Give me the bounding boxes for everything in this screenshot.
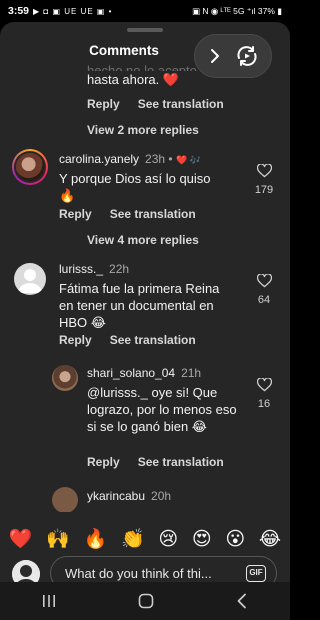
emoji-laughing[interactable]: 😂 <box>259 528 281 551</box>
see-translation-button[interactable]: See translation <box>138 455 224 469</box>
heart-icon[interactable] <box>249 274 279 288</box>
avatar-carolina[interactable] <box>12 149 48 185</box>
emoji-clap[interactable]: 👏 <box>121 527 145 551</box>
see-translation-button[interactable]: See translation <box>138 97 224 111</box>
reply-button[interactable]: Reply <box>59 207 92 221</box>
comment-header: carolina.yanely 23h • ❤️ 🎶 <box>59 152 201 166</box>
like-column: 16 <box>249 378 279 410</box>
like-count: 179 <box>254 184 274 196</box>
avatar-lurisss[interactable] <box>14 263 46 295</box>
comment-actions: Reply See translation <box>59 333 196 347</box>
username[interactable]: carolina.yanely <box>59 152 139 166</box>
heart-icon[interactable] <box>249 378 279 392</box>
recents-icon[interactable] <box>41 594 57 608</box>
emoji-heart[interactable]: ❤️ <box>9 527 33 551</box>
see-translation-button[interactable]: See translation <box>110 207 196 221</box>
back-icon[interactable] <box>235 593 249 609</box>
status-notification-icons: ▶ ◘ ▣ UE UE ▣ • <box>33 6 113 16</box>
like-count: 16 <box>257 398 271 410</box>
comment-text: @lurisss._ oye si! Que lograzo, por lo m… <box>87 385 237 434</box>
comment-time: 21h <box>181 366 202 380</box>
reply-button[interactable]: Reply <box>87 97 120 111</box>
system-nav-bar <box>0 582 290 620</box>
comment-actions: Reply See translation <box>87 455 224 469</box>
home-icon[interactable] <box>138 593 154 609</box>
comment-text: Fátima fue la primera Reina en tener un … <box>59 281 220 330</box>
comment-input[interactable]: What do you think of thi... GIF <box>50 556 277 582</box>
emoji-surprised[interactable]: 😮 <box>225 528 245 551</box>
emoji-fire[interactable]: 🔥 <box>84 527 108 551</box>
see-translation-button[interactable]: See translation <box>110 333 196 347</box>
comments-list[interactable]: hecho no lo acepto hasta ahora. ❤️ Reply… <box>0 52 290 512</box>
avatar-shari[interactable] <box>52 365 78 391</box>
comment-actions: Reply See translation <box>59 207 196 221</box>
reply-button[interactable]: Reply <box>87 455 120 469</box>
comment-header: shari_solano_04 21h <box>87 366 201 380</box>
current-user-avatar <box>12 560 40 582</box>
like-column: 64 <box>249 274 279 306</box>
reply-button[interactable]: Reply <box>59 333 92 347</box>
view-more-replies-button[interactable]: View 2 more replies <box>87 123 199 137</box>
status-system-icons: ▣ N ◉ ᴸᵀᴱ 5G ⁺ıl 37% ▮ <box>191 5 282 16</box>
like-count: 64 <box>257 294 271 306</box>
reaction-badges: ❤️ 🎶 <box>175 155 201 165</box>
reel-repost-icon[interactable] <box>235 44 259 68</box>
emoji-crying[interactable]: 😢 <box>158 528 178 551</box>
comment-time: 20h <box>151 489 172 503</box>
drag-handle[interactable] <box>127 28 163 32</box>
heart-icon[interactable] <box>249 164 279 178</box>
status-bar: 3:59 ▶ ◘ ▣ UE UE ▣ • ▣ N ◉ ᴸᵀᴱ 5G ⁺ıl 37… <box>0 0 290 22</box>
username[interactable]: ykarincabu <box>87 489 145 503</box>
comment-time: 23h • <box>145 152 173 166</box>
comment-text: Y porque Dios así lo quiso 🔥 <box>59 171 211 203</box>
quick-emoji-bar: ❤️ 🙌 🔥 👏 😢 😍 😮 😂 <box>0 525 290 553</box>
chevron-right-icon[interactable] <box>207 48 223 64</box>
emoji-raised-hands[interactable]: 🙌 <box>46 527 70 551</box>
comment-header: lurisss._ 22h <box>59 262 129 276</box>
username[interactable]: shari_solano_04 <box>87 366 175 380</box>
gif-button[interactable]: GIF <box>246 565 266 582</box>
comment-header: ykarincabu 20h <box>87 489 171 503</box>
comment-input-placeholder[interactable]: What do you think of thi... <box>65 566 212 581</box>
comments-sheet: Comments hecho no lo acepto hasta ahora.… <box>0 22 290 582</box>
reels-pill[interactable] <box>194 34 272 78</box>
status-time: 3:59 <box>8 5 30 17</box>
view-more-replies-button[interactable]: View 4 more replies <box>87 233 199 247</box>
like-column: 179 <box>249 164 279 196</box>
comment-time: 22h <box>109 262 130 276</box>
emoji-heart-eyes[interactable]: 😍 <box>192 528 212 551</box>
comment-input-bar: What do you think of thi... GIF <box>0 554 290 582</box>
avatar-ykarincabu[interactable] <box>52 487 78 512</box>
username[interactable]: lurisss._ <box>59 262 103 276</box>
clipped-comment-actions: Reply See translation <box>87 97 224 111</box>
